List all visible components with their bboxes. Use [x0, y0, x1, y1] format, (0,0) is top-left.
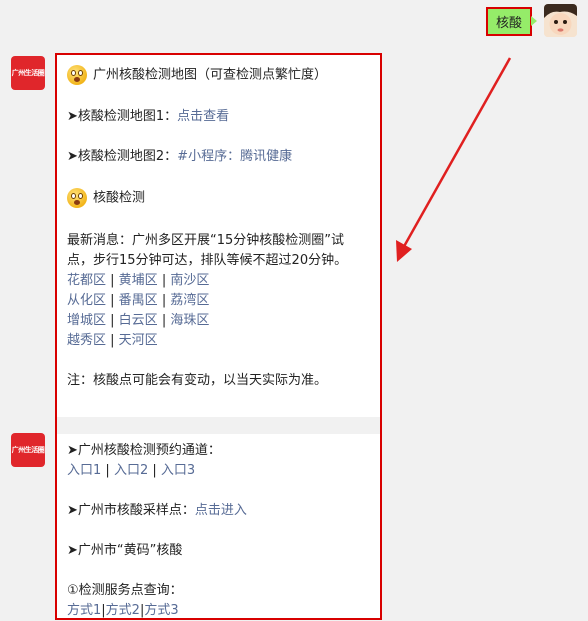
section2-row: 核酸检测: [67, 188, 145, 209]
booking-title: ➤广州核酸检测预约通道：: [67, 443, 221, 458]
district-link-liwan[interactable]: 荔湾区: [170, 293, 209, 308]
district-link-yuexiu[interactable]: 越秀区: [67, 333, 106, 348]
map1-row: ➤核酸检测地图1：点击查看: [67, 107, 229, 127]
district-link-nansha[interactable]: 南沙区: [170, 273, 209, 288]
entry-link-1[interactable]: 入口1: [67, 463, 101, 478]
district-link-zengcheng[interactable]: 增城区: [67, 313, 106, 328]
method-link-2[interactable]: 方式2: [106, 603, 140, 618]
district-link-haizhu[interactable]: 海珠区: [170, 313, 209, 328]
avatar-label: 广州生活圈: [11, 69, 45, 77]
map1-link[interactable]: 点击查看: [177, 109, 229, 124]
entries-row: 入口1 | 入口2 | 入口3: [67, 463, 196, 478]
map1-label: ➤核酸检测地图1：: [67, 109, 178, 124]
official-account-avatar[interactable]: 广州生活圈: [11, 433, 45, 467]
map2-label: ➤核酸检测地图2：: [67, 149, 178, 164]
note-text: 注：核酸点可能会有变动，以当天实际为准。: [67, 373, 328, 388]
yellow-code-title: ➤广州市“黄码”核酸: [67, 543, 183, 558]
entry-link-2[interactable]: 入口2: [114, 463, 148, 478]
news-line-2: 点，步行15分钟可达，排队等候不超过20分钟。: [67, 253, 348, 268]
district-link-tianhe[interactable]: 天河区: [119, 333, 158, 348]
service-query-title: ①检测服务点查询：: [67, 583, 183, 598]
official-account-avatar[interactable]: 广州生活圈: [11, 56, 45, 90]
district-row: 增城区 | 白云区 | 海珠区: [67, 313, 210, 328]
district-link-baiyun[interactable]: 白云区: [119, 313, 158, 328]
district-row: 花都区 | 黄埔区 | 南沙区: [67, 273, 210, 288]
methods-row: 方式1|方式2|方式3: [67, 603, 179, 618]
district-row: 越秀区 | 天河区: [67, 333, 158, 348]
avatar-label: 广州生活圈: [11, 446, 45, 454]
sampling-row: ➤广州市核酸采样点：点击进入: [67, 501, 247, 521]
sampling-label: ➤广州市核酸采样点：: [67, 503, 195, 518]
sampling-link[interactable]: 点击进入: [195, 503, 247, 518]
district-link-panyu[interactable]: 番禺区: [119, 293, 158, 308]
map-heading: 广州核酸检测地图（可查检测点繁忙度）: [93, 67, 328, 83]
method-link-3[interactable]: 方式3: [144, 603, 178, 618]
map2-link[interactable]: #小程序：腾讯健康: [177, 149, 292, 164]
district-link-huadu[interactable]: 花都区: [67, 273, 106, 288]
district-row: 从化区 | 番禺区 | 荔湾区: [67, 293, 210, 308]
surprised-face-icon: [67, 65, 87, 85]
district-link-huangpu[interactable]: 黄埔区: [119, 273, 158, 288]
message-highlight-box: 广州核酸检测地图（可查检测点繁忙度） ➤核酸检测地图1：点击查看 ➤核酸检测地图…: [55, 53, 382, 620]
map2-row: ➤核酸检测地图2：#小程序：腾讯健康: [67, 147, 292, 167]
news-line-1: 最新消息：广州多区开展“15分钟核酸检测圈”试: [67, 233, 345, 248]
heading-row: 广州核酸检测地图（可查检测点繁忙度）: [67, 65, 327, 86]
district-link-conghua[interactable]: 从化区: [67, 293, 106, 308]
section2-title: 核酸检测: [93, 190, 146, 206]
surprised-face-icon: [67, 188, 87, 208]
message-gap: [57, 417, 380, 434]
entry-link-3[interactable]: 入口3: [161, 463, 195, 478]
method-link-1[interactable]: 方式1: [67, 603, 101, 618]
